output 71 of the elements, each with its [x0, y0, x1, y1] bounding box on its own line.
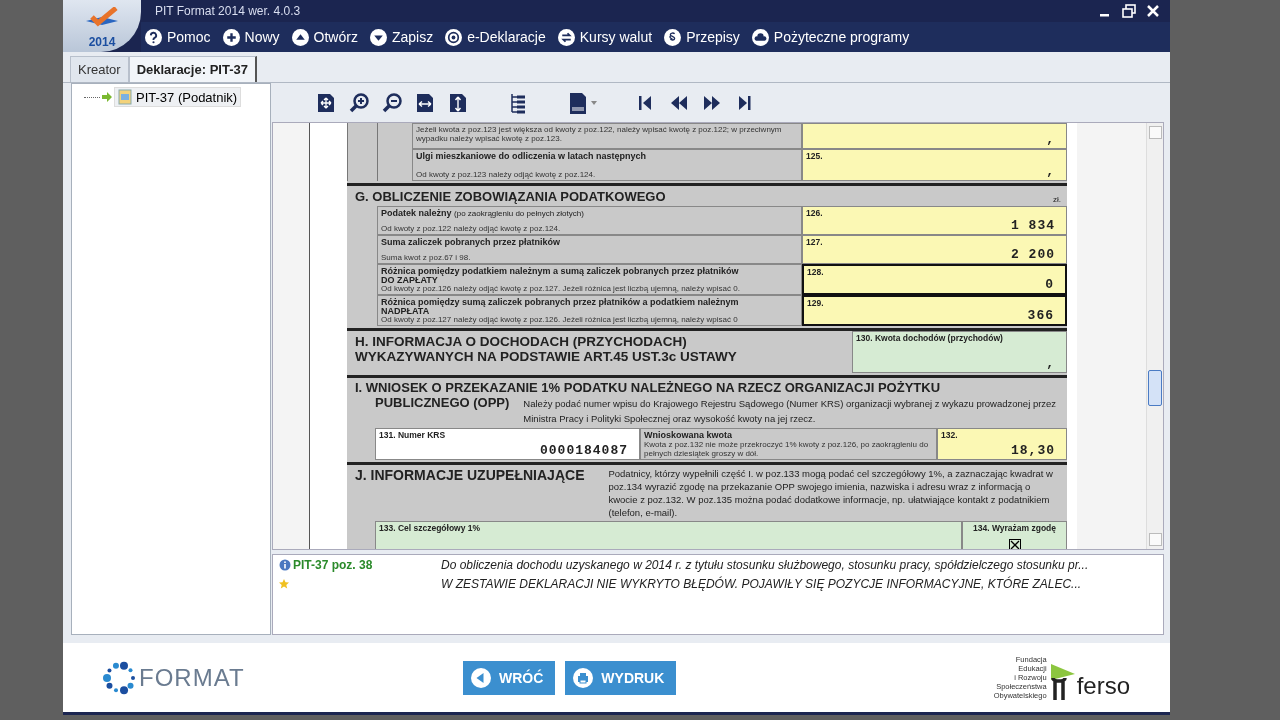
message-text: W ZESTAWIE DEKLARACJI NIE WYKRYTO BŁĘDÓW. POJAWIŁY SIĘ POZYCJE INFORMACYJNE, KTÓRE ZALEC...: [441, 577, 1083, 592]
ferso-logo: ferso: [1076, 672, 1130, 700]
menu-item[interactable]: Przepisy: [664, 28, 740, 46]
row-label: Wnioskowana kwota: [644, 430, 733, 441]
row-label: Różnica pomiędzy sumą zaliczek pobranych przez płatników a podatkiem należnym: [381, 297, 740, 308]
format-logo: FORMAT: [139, 663, 245, 692]
field-value: 1 834: [1010, 218, 1056, 234]
field-value: ,: [1045, 356, 1056, 372]
income-field[interactable]: 130. Kwota dochodów (przychodów) ,: [852, 331, 1067, 374]
row-note: Od kwoty z poz.126 należy odjąć kwotę z poz.127. Jeżeli różnica jest liczbą ujemną, należy wpisać 0.: [381, 284, 741, 294]
app-logo: 2014: [63, 0, 141, 52]
field-number: 132.: [941, 430, 959, 441]
message-text: Do obliczenia dochodu uzyskanego w 2014 r. z tytułu stosunku służbowego, stosunku pracy, spółdzielczego stosunku pr...: [441, 558, 1090, 573]
field-value: 2 200: [1010, 247, 1056, 263]
menu-item[interactable]: Nowy: [222, 28, 280, 46]
field-value: ,: [1045, 132, 1056, 148]
tree-item[interactable]: PIT-37 (Podatnik): [114, 87, 242, 107]
field-value: 0: [1044, 277, 1055, 293]
amount-field[interactable]: 129. 366: [802, 295, 1067, 327]
field-value: ,: [1045, 164, 1056, 180]
field-number: 126.: [806, 208, 824, 219]
row-note: Kwota z poz.132 nie może przekroczyć 1% kwoty z poz.126, po zaokrągleniu do pełnych dziesiątek groszy w dół.: [644, 440, 930, 459]
field-number: 131. Numer KRS: [379, 430, 447, 441]
amount-field[interactable]: 126. 1 834: [802, 206, 1067, 236]
field-number: 125.: [806, 151, 824, 162]
row-note: Jeżeli kwota z poz.123 jest większa od kwoty z poz.122, należy wpisać kwotę z poz.122; w przeciwnym wypadku należy wpisać kwotę z poz.123.: [416, 125, 783, 144]
field-number: 128.: [807, 267, 825, 278]
amount-field[interactable]: 125. ,: [802, 149, 1067, 182]
section-title: J. INFORMACJE UZUPEŁNIAJĄCE: [355, 467, 585, 484]
menu-item[interactable]: Otwórz: [291, 28, 358, 46]
row-note: Suma kwot z poz.67 i 98.: [381, 253, 472, 263]
field-number: 129.: [807, 298, 825, 309]
field-number: 130. Kwota dochodów (przychodów): [856, 333, 1004, 344]
window-title: PIT Format 2014 wer. 4.0.3: [155, 4, 302, 18]
section-title: I. WNIOSEK O PRZEKAZANIE 1% PODATKU NALEŻNEGO NA RZECZ ORGANIZACJI POŻYTKU: [355, 380, 942, 396]
section-title: H. INFORMACJA O DOCHODACH (PRZYCHODACH): [355, 334, 688, 350]
field-value: 0000184087: [539, 443, 629, 459]
goal-field[interactable]: 133. Cel szczegółowy 1%: [375, 521, 962, 550]
row-note: Od kwoty z poz.122 należy odjąć kwotę z poz.124.: [381, 224, 562, 234]
row-label: Podatek należny (po zaokrągleniu do pełnych złotych): [381, 208, 585, 219]
menu-item[interactable]: e-Deklaracje: [445, 28, 546, 46]
krs-field[interactable]: 131. Numer KRS 0000184087: [375, 428, 640, 461]
amount-field[interactable]: 128. 0: [802, 264, 1067, 296]
section-subtitle: PUBLICZNEGO (OPP): [375, 395, 510, 411]
field-number: 134. Wyrażam zgodę: [973, 523, 1056, 534]
tab[interactable]: Deklaracje: PIT-37: [128, 56, 257, 82]
section-description: Podatnicy, którzy wypełnili część I. w poz.133 mogą podać cel szczegółowy 1%, a zaznaczając kwadrat w poz.134 wyrazić zgodę na przekazanie OPP swojego imienia, nazwiska i adresu wraz z informacją o kwocie z poz.132. W poz.135 można podać dodatkowe informacje, np. ułatwiające kontakt z podatnikiem (telefon, e-mail).: [608, 467, 1054, 520]
row-label: Różnica pomiędzy podatkiem należnym a sumą zaliczek pobranych przez płatników: [381, 266, 740, 277]
menu-item[interactable]: Pomoc: [145, 28, 211, 46]
row-note: Od kwoty z poz.123 należy odjąć kwotę z poz.124.: [416, 170, 597, 180]
unit-label: zł.: [1053, 195, 1061, 205]
menu-item[interactable]: Pożyteczne programy: [751, 28, 910, 46]
row-label: Ulgi mieszkaniowe do odliczenia w latach następnych: [416, 151, 648, 162]
result-label: DO ZAPŁATY: [381, 276, 438, 285]
amount-field[interactable]: ,: [802, 123, 1067, 150]
section-title: WYKAZYWANYCH NA PODSTAWIE ART.45 UST.3c USTAWY: [355, 349, 738, 365]
field-value: 366: [1026, 308, 1055, 324]
row-label: Suma zaliczek pobranych przez płatników: [381, 237, 562, 248]
menu-item[interactable]: Kursy walut: [557, 28, 653, 46]
row-note: Od kwoty z poz.127 należy odjąć kwotę z poz.126. Jeżeli różnica jest liczbą ujemną, należy wpisać 0: [381, 315, 739, 325]
field-value: 18,30: [1010, 443, 1056, 459]
tab[interactable]: Kreator: [70, 56, 129, 82]
amount-field[interactable]: 132. 18,30: [937, 428, 1067, 461]
field-number: 133. Cel szczegółowy 1%: [379, 523, 482, 534]
message-source[interactable]: PIT-37 poz. 38: [293, 558, 441, 573]
result-label: NADPŁATA: [381, 307, 430, 316]
section-title: G. OBLICZENIE ZOBOWIĄZANIA PODATKOWEGO: [355, 189, 666, 205]
field-number: 127.: [806, 237, 824, 248]
amount-field[interactable]: 127. 2 200: [802, 235, 1067, 265]
menu-item[interactable]: Zapisz: [369, 28, 434, 46]
section-description: Należy podać numer wpisu do Krajowego Rejestru Sądowego (Numer KRS) organizacji wybranej z wykazu prowadzonej przez Ministra Pracy i Polityki Społecznej oraz wysokość kwoty na jej rzecz.: [523, 397, 1058, 427]
